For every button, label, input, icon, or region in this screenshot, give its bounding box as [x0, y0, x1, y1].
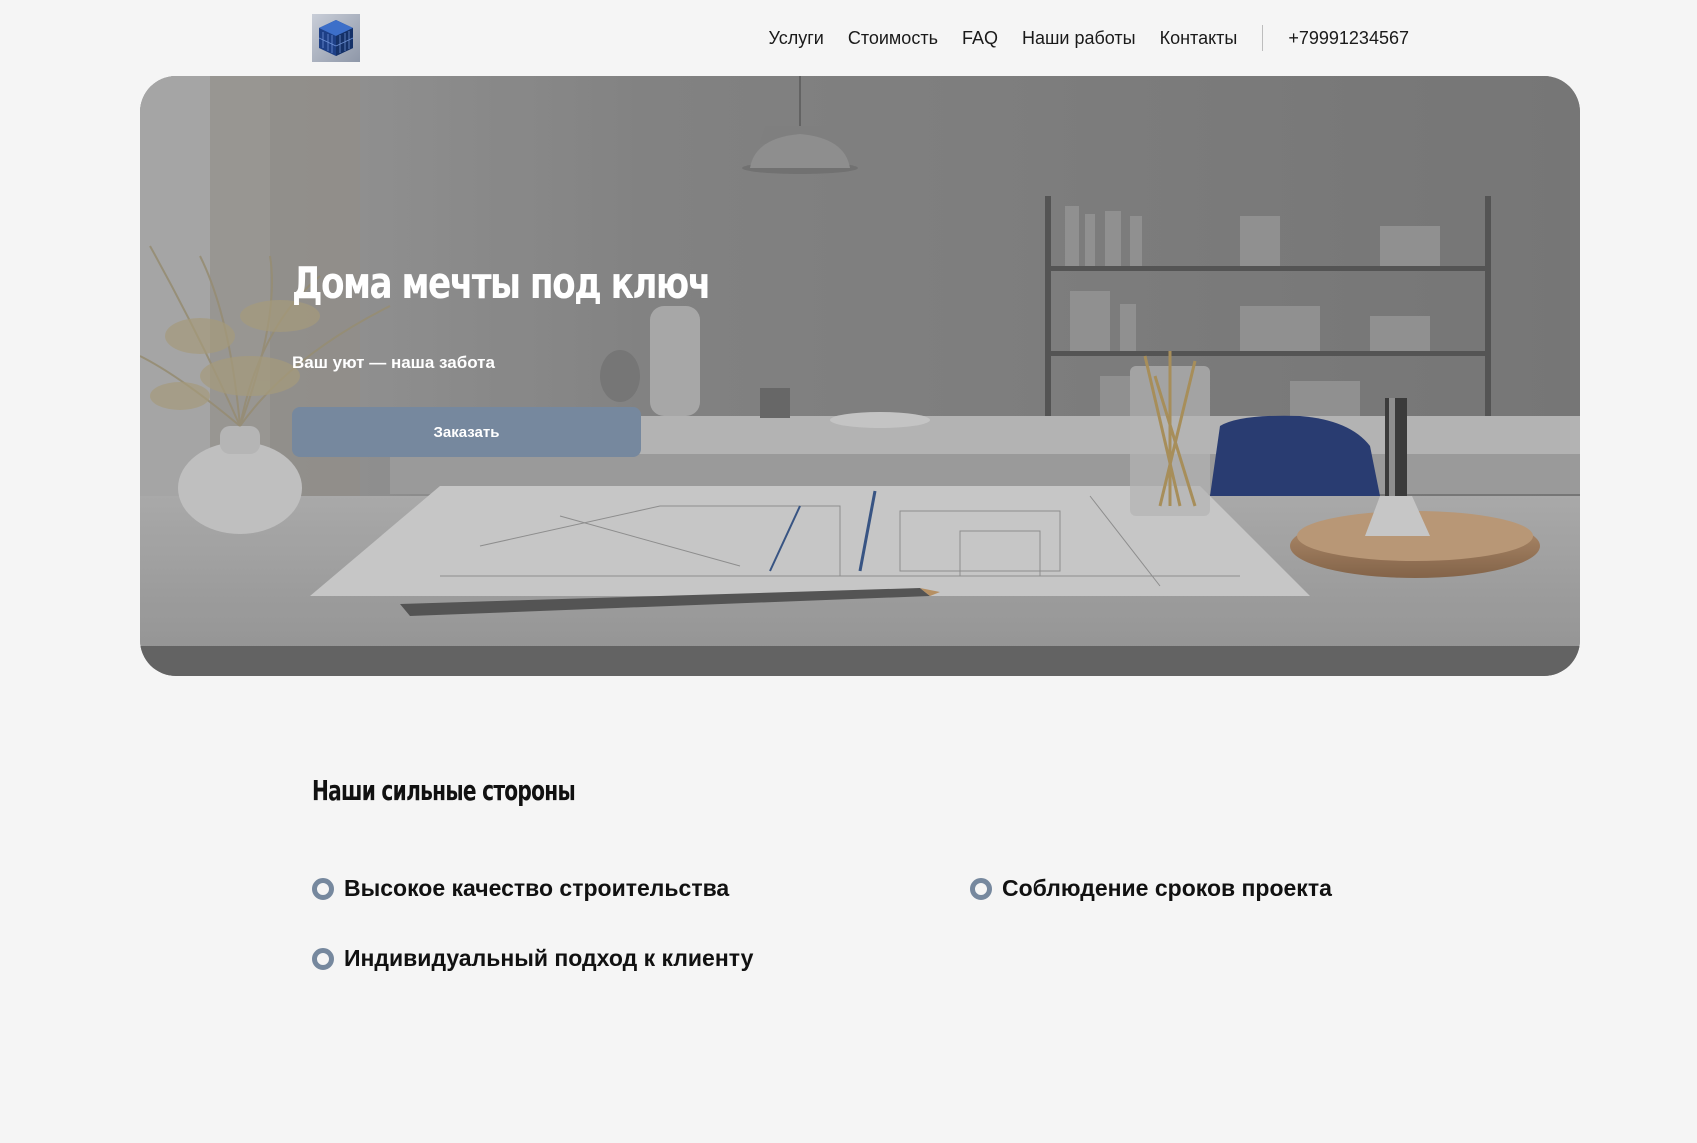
feature-label: Соблюдение сроков проекта: [1002, 875, 1332, 901]
nav-divider: [1262, 25, 1264, 51]
ring-bullet-icon: [312, 877, 334, 900]
order-button[interactable]: Заказать: [292, 407, 641, 457]
ring-bullet-icon: [970, 877, 992, 900]
feature-item-individual: Индивидуальный подход к клиенту: [312, 945, 753, 972]
house-cube-logo-icon: [318, 20, 354, 56]
phone-link[interactable]: +79991234567: [1288, 28, 1409, 49]
nav-link-contacts[interactable]: Контакты: [1160, 28, 1238, 49]
main-nav: Услуги Стоимость FAQ Наши работы Контакт…: [768, 22, 1409, 54]
hero-subtitle: Ваш уют — наша забота: [292, 353, 495, 372]
strengths-title: Наши сильные стороны: [312, 774, 576, 807]
feature-label: Индивидуальный подход к клиенту: [344, 945, 754, 971]
feature-item-quality: Высокое качество строительства: [312, 875, 729, 902]
hero-title: Дома мечты под ключ: [292, 258, 711, 309]
nav-link-pricing[interactable]: Стоимость: [848, 28, 938, 49]
ring-bullet-icon: [312, 947, 334, 970]
site-header: Услуги Стоимость FAQ Наши работы Контакт…: [0, 0, 1697, 76]
logo[interactable]: [312, 14, 360, 62]
hero-overlay: [140, 76, 1580, 676]
nav-link-faq[interactable]: FAQ: [962, 28, 998, 49]
nav-link-services[interactable]: Услуги: [768, 28, 823, 49]
landing-page: Услуги Стоимость FAQ Наши работы Контакт…: [0, 0, 1697, 1143]
feature-item-deadlines: Соблюдение сроков проекта: [970, 875, 1332, 902]
hero-banner: Дома мечты под ключ Ваш уют — наша забот…: [140, 76, 1580, 676]
nav-link-our-works[interactable]: Наши работы: [1022, 28, 1136, 49]
feature-label: Высокое качество строительства: [344, 875, 730, 901]
